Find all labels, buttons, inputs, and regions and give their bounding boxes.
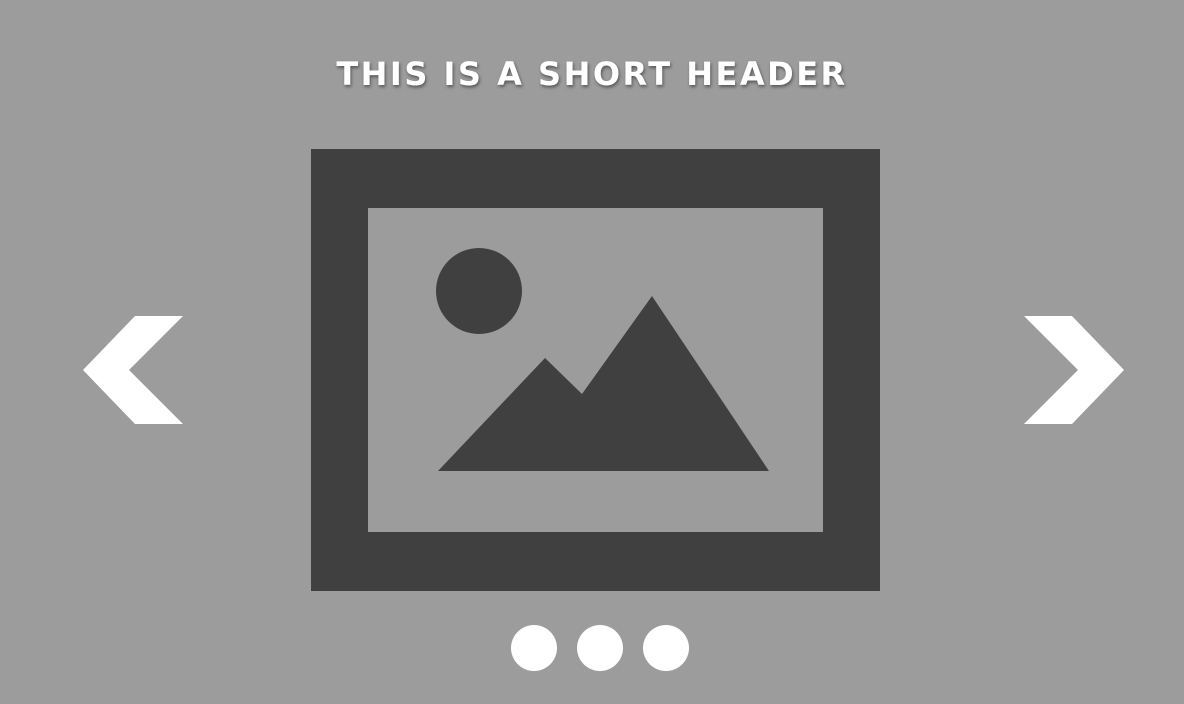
carousel-next-button[interactable]: [1024, 316, 1124, 424]
carousel-dot-2[interactable]: [577, 625, 623, 671]
carousel-dot-1[interactable]: [511, 625, 557, 671]
page-title: THIS IS A SHORT HEADER: [336, 55, 848, 93]
carousel-pagination: [511, 625, 689, 671]
carousel-slide: [311, 149, 880, 591]
carousel-prev-button[interactable]: [83, 316, 183, 424]
carousel-dot-3[interactable]: [643, 625, 689, 671]
chevron-right-icon: [1024, 316, 1124, 424]
image-placeholder-icon: [311, 149, 880, 591]
chevron-left-icon: [83, 316, 183, 424]
